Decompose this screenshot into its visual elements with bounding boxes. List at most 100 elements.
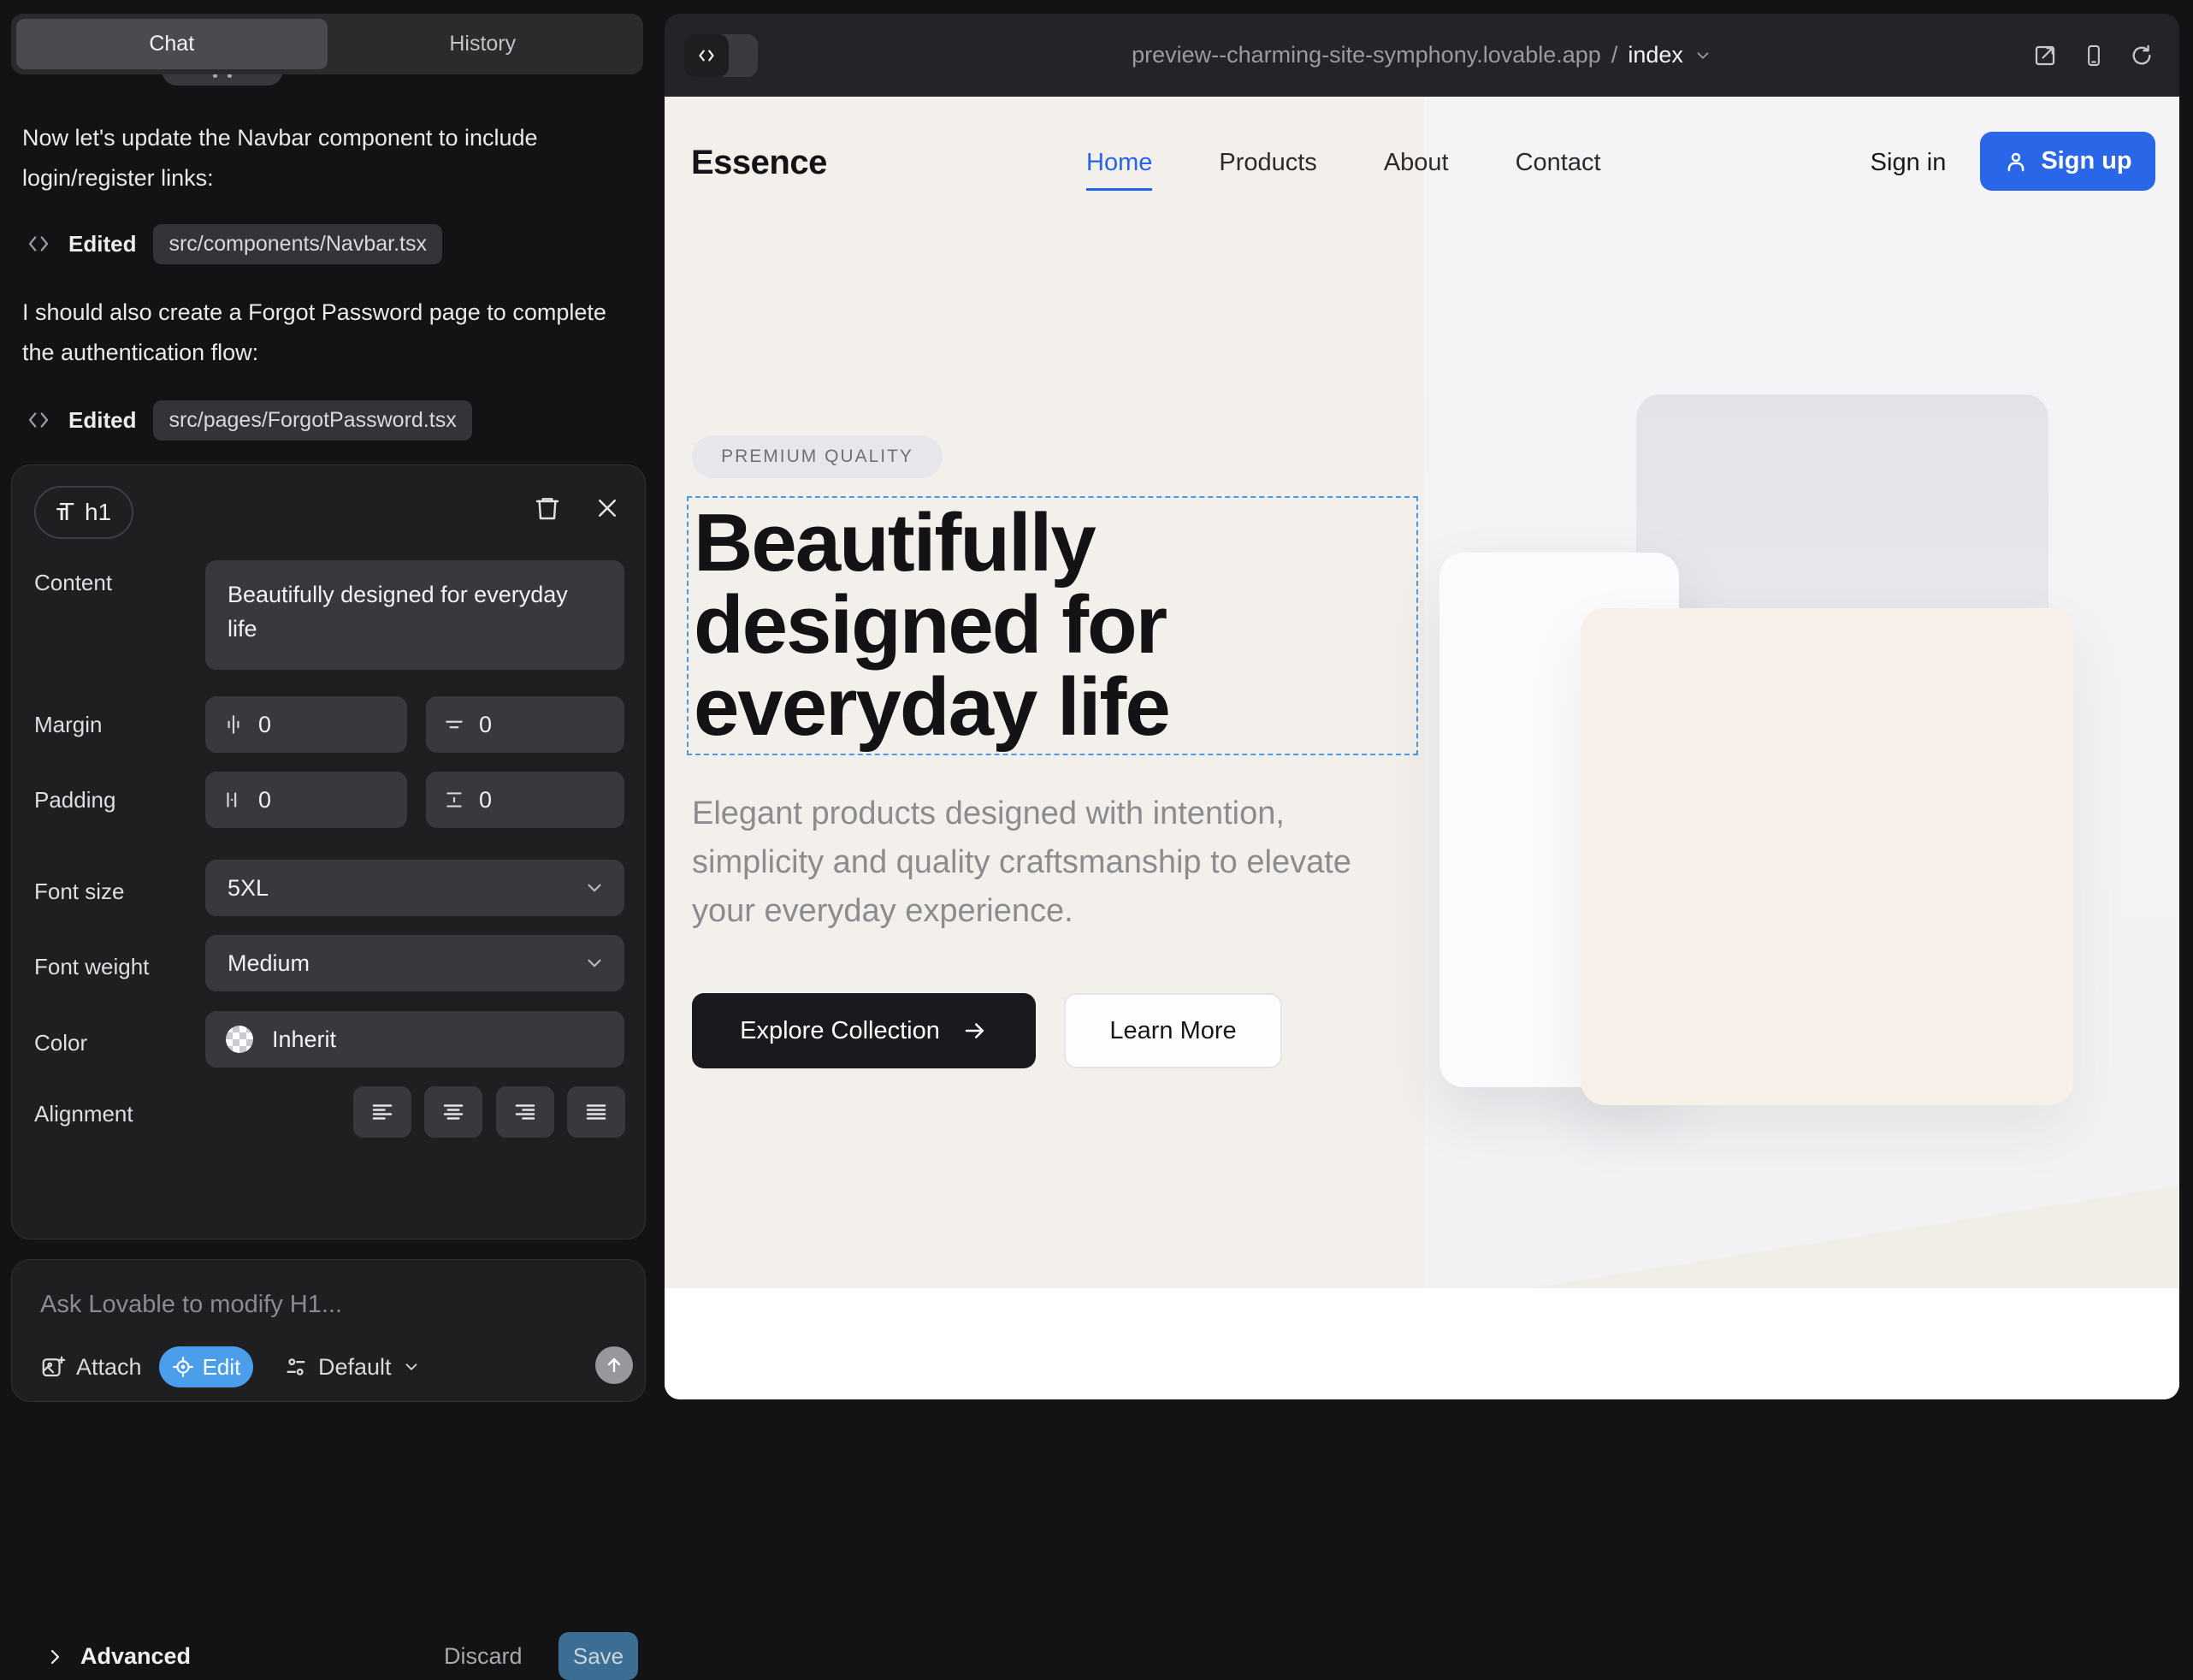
nav-link-contact[interactable]: Contact [1516, 149, 1601, 177]
chevron-down-icon [1694, 46, 1712, 65]
color-select[interactable]: Inherit [205, 1011, 624, 1068]
mobile-view-button[interactable] [2082, 44, 2106, 68]
chevron-down-icon [583, 952, 606, 974]
alignment-field-label: Alignment [34, 1101, 133, 1127]
sign-up-button[interactable]: Sign up [1980, 132, 2155, 191]
tab-chat[interactable]: Chat [16, 19, 328, 69]
hero-badge: PREMIUM QUALITY [692, 435, 943, 478]
margin-x-input[interactable]: 0 [205, 696, 407, 753]
site-logo[interactable]: Essence [691, 144, 827, 182]
url-host: preview--charming-site-symphony.lovable.… [1132, 42, 1601, 68]
composer-input[interactable]: Ask Lovable to modify H1... [40, 1291, 342, 1319]
mode-select[interactable]: Default [284, 1346, 421, 1387]
discard-button[interactable]: Discard [444, 1643, 523, 1670]
user-icon [2003, 149, 2029, 175]
hero-heading[interactable]: Beautifully designed for everyday life [694, 502, 1404, 748]
chat-message: Now let's update the Navbar component to… [22, 118, 631, 198]
font-weight-field-label: Font weight [34, 954, 149, 980]
margin-horizontal-icon [222, 713, 245, 736]
align-right-icon [512, 1099, 538, 1125]
delete-element-button[interactable] [530, 491, 565, 525]
arrow-right-icon [962, 1018, 988, 1044]
align-left-button[interactable] [353, 1086, 411, 1138]
chat-message: I should also create a Forgot Password p… [22, 293, 631, 373]
content-field-label: Content [34, 570, 112, 596]
padding-horizontal-icon [222, 789, 245, 811]
code-icon [26, 407, 51, 433]
font-size-field-label: Font size [34, 878, 125, 905]
site-navbar: Essence Home Products About Contact Sign… [665, 97, 2179, 229]
file-chip[interactable]: src/pages/ForgotPassword.tsx [153, 400, 471, 441]
file-chip[interactable]: src/components/Navbar.tsx [153, 224, 442, 264]
edited-file-row: Edited src/pages/ForgotPassword.tsx [26, 400, 472, 440]
nav-link-home[interactable]: Home [1086, 149, 1152, 177]
chevron-down-icon [583, 877, 606, 899]
content-input[interactable]: Beautifully designed for everyday life [205, 560, 624, 670]
edit-mode-button[interactable]: Edit [159, 1346, 253, 1387]
close-icon [594, 495, 620, 521]
margin-vertical-icon [443, 713, 465, 736]
arrow-up-icon [604, 1355, 624, 1375]
padding-y-input[interactable]: 0 [426, 772, 624, 828]
preview-window: preview--charming-site-symphony.lovable.… [665, 14, 2179, 1399]
smartphone-icon [2082, 44, 2106, 68]
send-button[interactable] [595, 1346, 633, 1384]
preview-content: Essence Home Products About Contact Sign… [665, 97, 2179, 1399]
target-icon [172, 1356, 194, 1378]
element-editor-panel: TT h1 Content Beautifully designed for e… [11, 464, 646, 1239]
text-type-icon: TT [56, 499, 74, 527]
hero-description: Elegant products designed with intention… [692, 790, 1385, 936]
attach-image-icon [40, 1354, 66, 1380]
refresh-button[interactable] [2130, 44, 2154, 68]
margin-y-input[interactable]: 0 [426, 696, 624, 753]
attach-button[interactable]: Attach [40, 1346, 142, 1387]
explore-collection-button[interactable]: Explore Collection [692, 993, 1036, 1068]
decorative-card-beige [1581, 608, 2073, 1105]
advanced-toggle[interactable]: Advanced [44, 1643, 191, 1670]
external-link-icon [2032, 43, 2058, 68]
site-white-section [665, 1288, 2179, 1399]
sliders-icon [284, 1355, 308, 1379]
sign-in-link[interactable]: Sign in [1864, 149, 1953, 177]
chevron-down-icon [402, 1358, 421, 1376]
align-justify-icon [583, 1099, 609, 1125]
align-center-button[interactable] [424, 1086, 482, 1138]
align-right-button[interactable] [496, 1086, 554, 1138]
chat-sidebar: Chat History Now let's update the Navbar… [0, 0, 665, 1413]
color-swatch [226, 1026, 253, 1053]
color-field-label: Color [34, 1030, 87, 1056]
padding-vertical-icon [443, 789, 465, 811]
tab-history[interactable]: History [328, 19, 639, 69]
padding-x-input[interactable]: 0 [205, 772, 407, 828]
padding-field-label: Padding [34, 787, 115, 813]
hero-section: Essence Home Products About Contact Sign… [665, 97, 2179, 1288]
chat-history-tabbar: Chat History [11, 14, 643, 74]
close-panel-button[interactable] [590, 491, 624, 525]
font-size-select[interactable]: 5XL [205, 860, 624, 916]
preview-topbar: preview--charming-site-symphony.lovable.… [665, 14, 2179, 97]
align-left-icon [369, 1099, 395, 1125]
element-tag-label: h1 [85, 499, 111, 526]
margin-field-label: Margin [34, 712, 102, 738]
nav-link-products[interactable]: Products [1219, 149, 1316, 177]
open-external-button[interactable] [2032, 43, 2058, 68]
selected-element-badge: TT h1 [34, 486, 133, 539]
font-weight-select[interactable]: Medium [205, 935, 624, 991]
url-separator: / [1611, 42, 1618, 68]
align-center-icon [440, 1099, 466, 1125]
align-justify-button[interactable] [567, 1086, 625, 1138]
preview-url[interactable]: preview--charming-site-symphony.lovable.… [665, 14, 2179, 97]
edited-label: Edited [68, 407, 136, 434]
chat-composer: Ask Lovable to modify H1... Attach Edit … [11, 1259, 646, 1402]
save-button[interactable]: Save [559, 1632, 638, 1680]
learn-more-button[interactable]: Learn More [1064, 993, 1282, 1068]
edited-label: Edited [68, 231, 136, 257]
refresh-icon [2130, 44, 2154, 68]
code-icon [26, 231, 51, 257]
url-page: index [1628, 42, 1683, 68]
trash-icon [534, 494, 561, 522]
nav-link-about[interactable]: About [1384, 149, 1449, 177]
chevron-right-icon [44, 1647, 65, 1667]
site-nav-links: Home Products About Contact [1086, 149, 1601, 177]
edited-file-row: Edited src/components/Navbar.tsx [26, 224, 442, 263]
